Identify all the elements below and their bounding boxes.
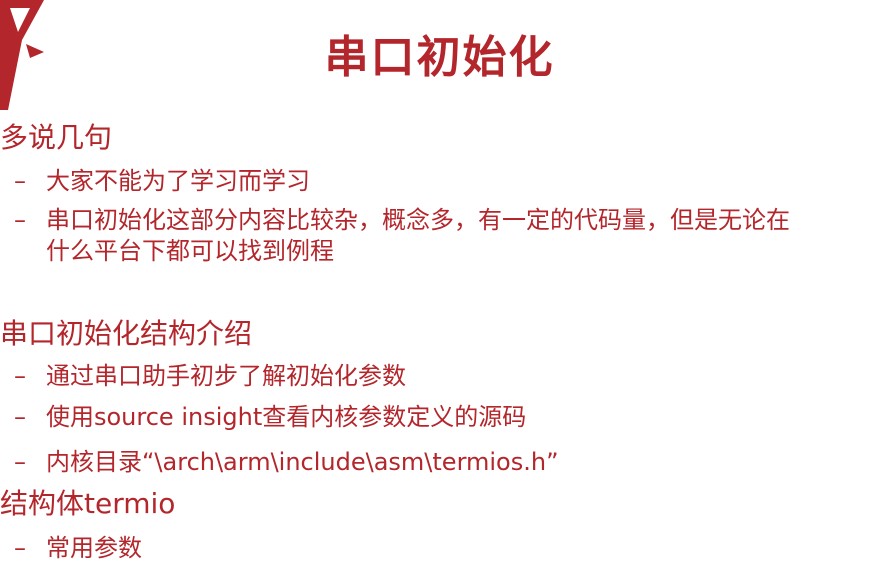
bullet-dash: – [14, 534, 26, 562]
bullet-dash: – [14, 403, 26, 431]
page-title: 串口初始化 [324, 32, 555, 83]
list-item: – 使用source insight查看内核参数定义的源码 [14, 401, 526, 433]
list-item: – 大家不能为了学习而学习 [14, 165, 310, 197]
list-item-text: 大家不能为了学习而学习 [46, 167, 310, 195]
list-item-text: 使用source insight查看内核参数定义的源码 [46, 403, 527, 431]
section-heading-3: 结构体termio [0, 487, 176, 520]
bullet-dash: – [14, 167, 26, 195]
slide: 串口初始化 多说几句 – 大家不能为了学习而学习 – 串口初始化这部分内容比较杂，概… [0, 0, 879, 569]
bullet-dash: – [14, 362, 26, 390]
list-item: – 常用参数 [14, 532, 142, 564]
list-item-text: 内核目录“\arch\arm\include\asm\termios.h” [46, 448, 559, 476]
section-heading-1: 多说几句 [0, 121, 113, 154]
list-item: – 通过串口助手初步了解初始化参数 [14, 360, 406, 392]
list-item: – 内核目录“\arch\arm\include\asm\termios.h” [14, 446, 559, 478]
list-item: – 串口初始化这部分内容比较杂，概念多，有一定的代码量，但是无论在 [14, 204, 790, 236]
bullet-dash: – [14, 448, 26, 476]
list-item-continuation: 什么平台下都可以找到例程 [46, 237, 334, 265]
section-heading-2: 串口初始化结构介绍 [0, 317, 253, 350]
list-item-text: 常用参数 [46, 534, 142, 562]
list-item-text: 串口初始化这部分内容比较杂，概念多，有一定的代码量，但是无论在 [46, 206, 790, 234]
bullet-dash: – [14, 206, 26, 234]
list-item-text: 通过串口助手初步了解初始化参数 [46, 362, 406, 390]
